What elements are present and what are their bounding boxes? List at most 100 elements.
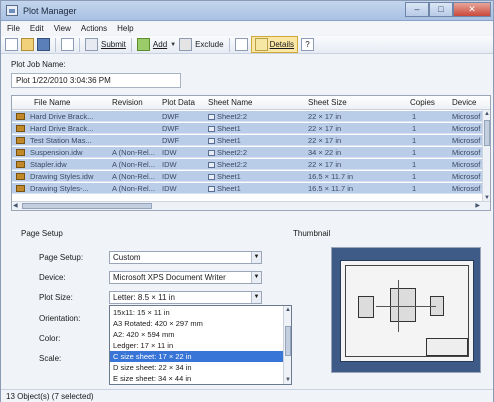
table-row[interactable]: Drawing Styles-... A (Non-Rel... IDW Sheet1… [12, 183, 482, 194]
cell-sheet-size: 22 × 17 in [308, 135, 406, 146]
plot-job-name-input[interactable]: Plot 1/22/2010 3:04:36 PM [11, 73, 181, 88]
dropdown-option[interactable]: A2: 420 × 594 mm [110, 329, 284, 340]
submit-button[interactable]: Submit [101, 40, 126, 49]
title-bar[interactable]: Plot Manager – □ ✕ [1, 1, 493, 21]
add-icon[interactable] [136, 38, 150, 51]
dropdown-scrollbar[interactable]: ▲ ▼ [283, 306, 291, 384]
printer-icon[interactable] [85, 38, 98, 51]
sheet-icon [208, 126, 215, 133]
cell-sheet-name: Sheet2:2 [208, 111, 304, 122]
column-header-sheet-size[interactable]: Sheet Size [308, 96, 347, 110]
exclude-icon[interactable] [179, 38, 193, 51]
thumbnail-drawing-sheet [340, 260, 474, 362]
page-setup-select[interactable]: Custom ▼ [109, 251, 262, 264]
maximize-button[interactable]: □ [429, 2, 453, 17]
dropdown-option[interactable]: Ledger: 17 × 11 in [110, 340, 284, 351]
add-dropdown-arrow-icon[interactable]: ▼ [170, 42, 176, 48]
close-button[interactable]: ✕ [453, 2, 491, 17]
cell-plot-data: DWF [162, 135, 206, 146]
cell-plot-data: IDW [162, 183, 206, 194]
cell-revision-text: A (Non-Rel... [112, 160, 155, 169]
refresh-icon[interactable] [61, 38, 74, 51]
menu-actions[interactable]: Actions [81, 22, 107, 35]
scroll-right-arrow-icon[interactable]: ▶ [475, 202, 480, 210]
grid-horizontal-scroll-thumb[interactable] [22, 203, 152, 209]
save-icon[interactable] [37, 38, 50, 51]
grid-horizontal-scrollbar[interactable]: ◀ ▶ [12, 201, 490, 210]
cell-sheet-size: 16.5 × 11.7 in [308, 183, 406, 194]
color-field-label: Color: [39, 334, 61, 343]
new-file-icon[interactable] [5, 38, 18, 51]
column-header-device[interactable]: Device [452, 96, 476, 110]
plot-size-select[interactable]: Letter: 8.5 × 11 in ▼ [109, 291, 262, 304]
column-header-plot-data[interactable]: Plot Data [162, 96, 195, 110]
cell-sheet-name: Sheet2:2 [208, 147, 304, 158]
scroll-up-arrow-icon[interactable]: ▲ [285, 306, 291, 314]
chevron-down-icon[interactable]: ▼ [251, 272, 261, 283]
table-row[interactable]: Test Station Mas... DWF Sheet1 22 × 17 in 1 M… [12, 135, 482, 146]
device-select[interactable]: Microsoft XPS Document Writer ▼ [109, 271, 262, 284]
menu-file[interactable]: File [7, 22, 20, 35]
cell-revision [112, 123, 160, 134]
cell-sheet-size-text: 16.5 × 11.7 in [308, 172, 354, 181]
cell-copies-text: 1 [412, 112, 417, 121]
minimize-button[interactable]: – [405, 2, 429, 17]
menu-edit[interactable]: Edit [30, 22, 44, 35]
dropdown-option[interactable]: A3 Rotated: 420 × 297 mm [110, 318, 284, 329]
cell-sheet-name-text: Sheet1 [217, 136, 241, 145]
drawing-file-icon [16, 137, 25, 144]
column-header-file-name[interactable]: File Name [34, 96, 70, 110]
dropdown-option[interactable]: 15x11: 15 × 11 in [110, 307, 284, 318]
cell-revision: A (Non-Rel... [112, 147, 160, 158]
plot-size-value: Letter: 8.5 × 11 in [113, 293, 175, 302]
cell-device-text: Microsof [452, 160, 481, 169]
toolbar-separator [228, 37, 230, 52]
scroll-up-arrow-icon[interactable]: ▲ [484, 110, 490, 118]
column-header-copies[interactable]: Copies [410, 96, 435, 110]
view-options-icon[interactable] [234, 38, 248, 51]
menu-help[interactable]: Help [117, 22, 133, 35]
cell-device-text: Microsof [452, 124, 481, 133]
cell-revision-text: A (Non-Rel... [112, 172, 155, 181]
plot-size-dropdown-list[interactable]: 15x11: 15 × 11 in A3 Rotated: 420 × 297 m… [109, 305, 292, 385]
cell-sheet-size-text: 34 × 22 in [308, 148, 342, 157]
grid-vertical-scroll-thumb[interactable] [484, 120, 490, 146]
plot-manager-window: Plot Manager – □ ✕ File Edit View Action… [0, 0, 494, 402]
table-row[interactable]: Hard Drive Brack... DWF Sheet2:2 22 × 17 in… [12, 111, 482, 122]
details-button[interactable]: Details [250, 36, 299, 53]
dropdown-option[interactable]: E size sheet: 34 × 44 in [110, 373, 284, 384]
table-row[interactable]: Hard Drive Brack... DWF Sheet1 22 × 17 in 1 M… [12, 123, 482, 134]
dropdown-scroll-thumb[interactable] [285, 326, 291, 356]
cell-file-name-text: Stapler.idw [30, 160, 67, 169]
sheet-icon [208, 186, 215, 193]
menu-bar: File Edit View Actions Help [1, 22, 493, 35]
cell-copies-text: 1 [412, 160, 417, 169]
plot-job-grid[interactable]: File Name Revision Plot Data Sheet Name … [11, 95, 491, 211]
status-bar: 13 Object(s) (7 selected) [1, 389, 493, 402]
help-icon[interactable]: ? [301, 38, 315, 51]
cell-copies: 1 [412, 123, 442, 134]
cell-plot-data-text: IDW [162, 172, 177, 181]
column-header-revision[interactable]: Revision [112, 96, 143, 110]
cell-file-name: Suspension.idw [30, 147, 110, 158]
chevron-down-icon[interactable]: ▼ [251, 252, 261, 263]
cell-file-name-text: Suspension.idw [30, 148, 83, 157]
grid-vertical-scrollbar[interactable]: ▲ ▼ [482, 110, 490, 202]
cell-sheet-name: Sheet1 [208, 171, 304, 182]
cell-plot-data-text: IDW [162, 148, 177, 157]
dropdown-option[interactable]: D size sheet: 22 × 34 in [110, 362, 284, 373]
chevron-down-icon[interactable]: ▼ [251, 292, 261, 303]
exclude-button[interactable]: Exclude [195, 40, 223, 49]
table-row[interactable]: Stapler.idw A (Non-Rel... IDW Sheet2:2 22 × … [12, 159, 482, 170]
scroll-left-arrow-icon[interactable]: ◀ [13, 202, 18, 210]
table-row[interactable]: Suspension.idw A (Non-Rel... IDW Sheet2:2 34… [12, 147, 482, 158]
open-folder-icon[interactable] [21, 38, 34, 51]
cell-file-name-text: Hard Drive Brack... [30, 124, 94, 133]
scroll-down-arrow-icon[interactable]: ▼ [285, 376, 291, 384]
dropdown-option[interactable]: C size sheet: 17 × 22 in [110, 351, 284, 362]
table-row[interactable]: Drawing Styles.idw A (Non-Rel... IDW Sheet1… [12, 171, 482, 182]
menu-view[interactable]: View [54, 22, 71, 35]
cell-copies: 1 [412, 135, 442, 146]
add-button[interactable]: Add [153, 40, 167, 49]
column-header-sheet-name[interactable]: Sheet Name [208, 96, 252, 110]
